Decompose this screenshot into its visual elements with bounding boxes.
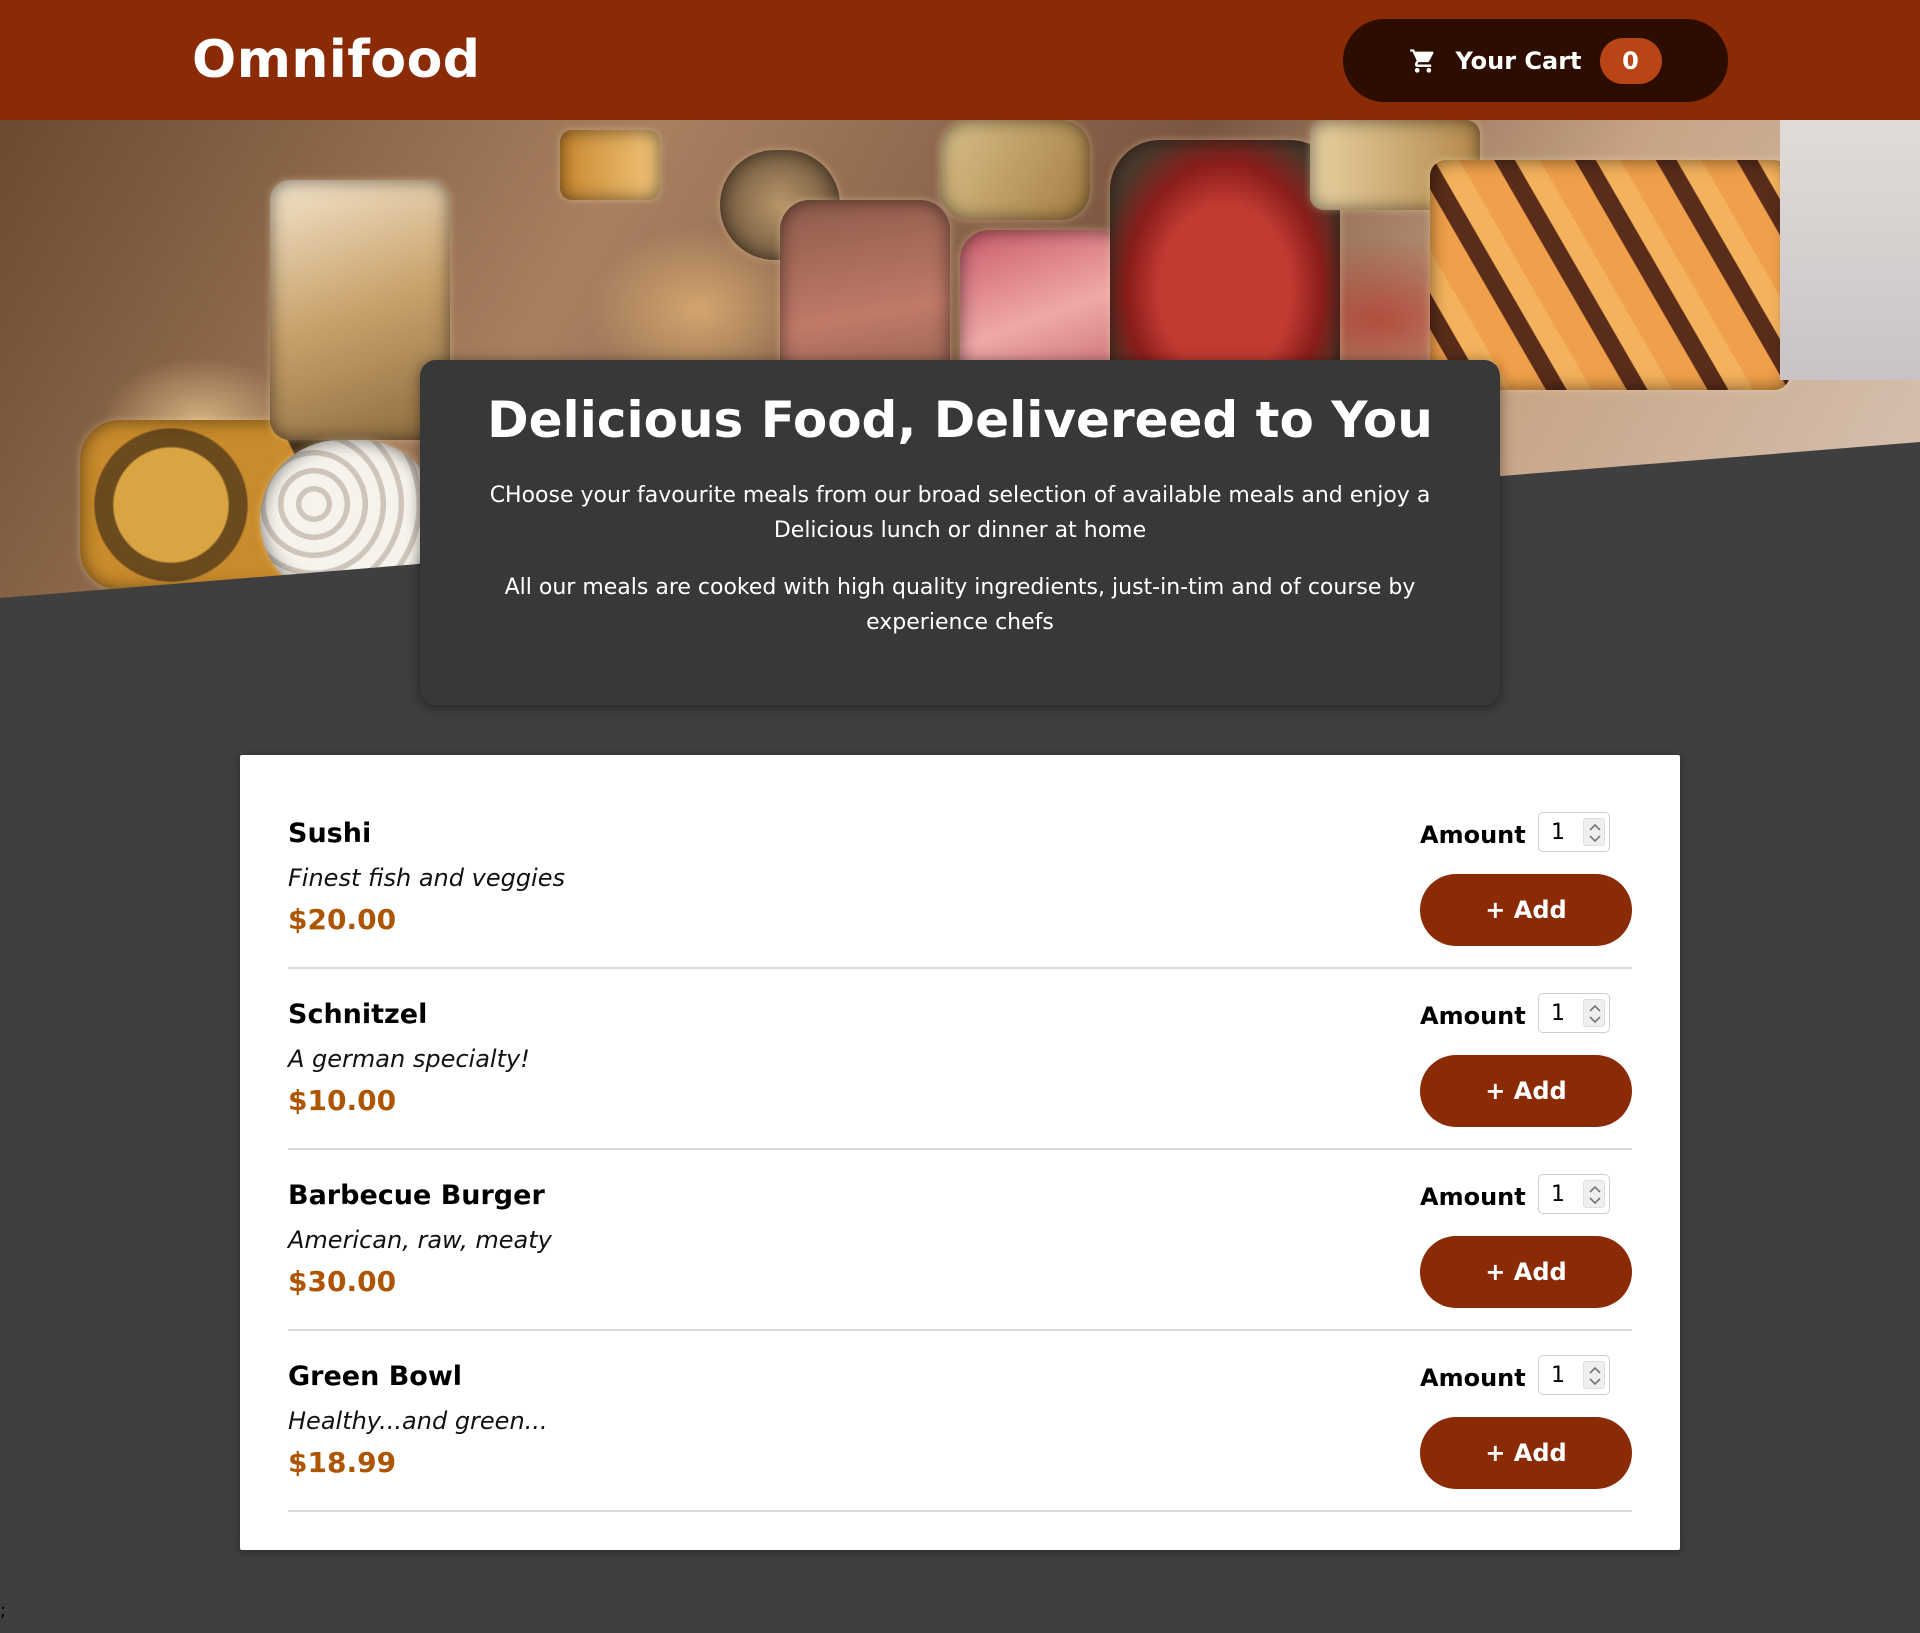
amount-label: Amount [1420, 1183, 1526, 1211]
meal-description: Healthy...and green... [288, 1407, 548, 1435]
cart-icon [1409, 47, 1437, 75]
meal-name: Schnitzel [288, 999, 428, 1030]
meal-price: $10.00 [288, 1084, 397, 1117]
meal-form: Amount 1 + Add [1420, 808, 1632, 958]
stepper-icon[interactable] [1583, 1361, 1605, 1389]
meal-description: American, raw, meaty [288, 1226, 552, 1254]
meal-price: $20.00 [288, 903, 397, 936]
amount-label: Amount [1420, 821, 1526, 849]
amount-input[interactable]: 1 [1538, 1174, 1610, 1214]
amount-input[interactable]: 1 [1538, 1355, 1610, 1395]
add-button[interactable]: + Add [1420, 1055, 1632, 1127]
meal-item-green-bowl: Green Bowl Healthy...and green... $18.99… [288, 1331, 1632, 1512]
meal-item-schnitzel: Schnitzel A german specialty! $10.00 Amo… [288, 969, 1632, 1150]
meal-name: Sushi [288, 818, 372, 849]
meal-form: Amount 1 + Add [1420, 989, 1632, 1139]
meal-description: Finest fish and veggies [288, 864, 565, 892]
amount-value: 1 [1551, 819, 1565, 845]
meal-form: Amount 1 + Add [1420, 1351, 1632, 1501]
meal-price: $18.99 [288, 1446, 397, 1479]
meal-item-barbecue-burger: Barbecue Burger American, raw, meaty $30… [288, 1150, 1632, 1331]
summary-paragraph-1: CHoose your favourite meals from our bro… [489, 483, 1431, 543]
cart-button[interactable]: Your Cart 0 [1343, 19, 1728, 102]
meal-name: Green Bowl [288, 1361, 463, 1392]
cart-count-badge: 0 [1599, 37, 1662, 84]
amount-input[interactable]: 1 [1538, 812, 1610, 852]
meal-price: $30.00 [288, 1265, 397, 1298]
amount-value: 1 [1551, 1000, 1565, 1026]
summary-paragraph-2: All our meals are cooked with high quali… [504, 575, 1416, 635]
meal-form: Amount 1 + Add [1420, 1170, 1632, 1320]
summary-title: Delicious Food, Delivereed to You [487, 391, 1433, 449]
amount-value: 1 [1551, 1181, 1565, 1207]
meal-name: Barbecue Burger [288, 1180, 545, 1211]
stray-semicolon: ; [0, 1600, 7, 1621]
add-button[interactable]: + Add [1420, 874, 1632, 946]
stepper-icon[interactable] [1583, 818, 1605, 846]
amount-label: Amount [1420, 1364, 1526, 1392]
summary-card: Delicious Food, Delivereed to You CHoose… [420, 360, 1500, 705]
logo: Omnifood [192, 30, 481, 90]
cart-label: Your Cart [1455, 46, 1582, 75]
meal-list: Sushi Finest fish and veggies $20.00 Amo… [288, 788, 1632, 1512]
meals-card: Sushi Finest fish and veggies $20.00 Amo… [240, 755, 1680, 1550]
meal-description: A german specialty! [288, 1045, 530, 1073]
meal-item-sushi: Sushi Finest fish and veggies $20.00 Amo… [288, 788, 1632, 969]
amount-label: Amount [1420, 1002, 1526, 1030]
app-header: Omnifood Your Cart 0 [0, 0, 1920, 120]
stepper-icon[interactable] [1583, 999, 1605, 1027]
add-button[interactable]: + Add [1420, 1417, 1632, 1489]
amount-input[interactable]: 1 [1538, 993, 1610, 1033]
add-button[interactable]: + Add [1420, 1236, 1632, 1308]
stepper-icon[interactable] [1583, 1180, 1605, 1208]
amount-value: 1 [1551, 1362, 1565, 1388]
